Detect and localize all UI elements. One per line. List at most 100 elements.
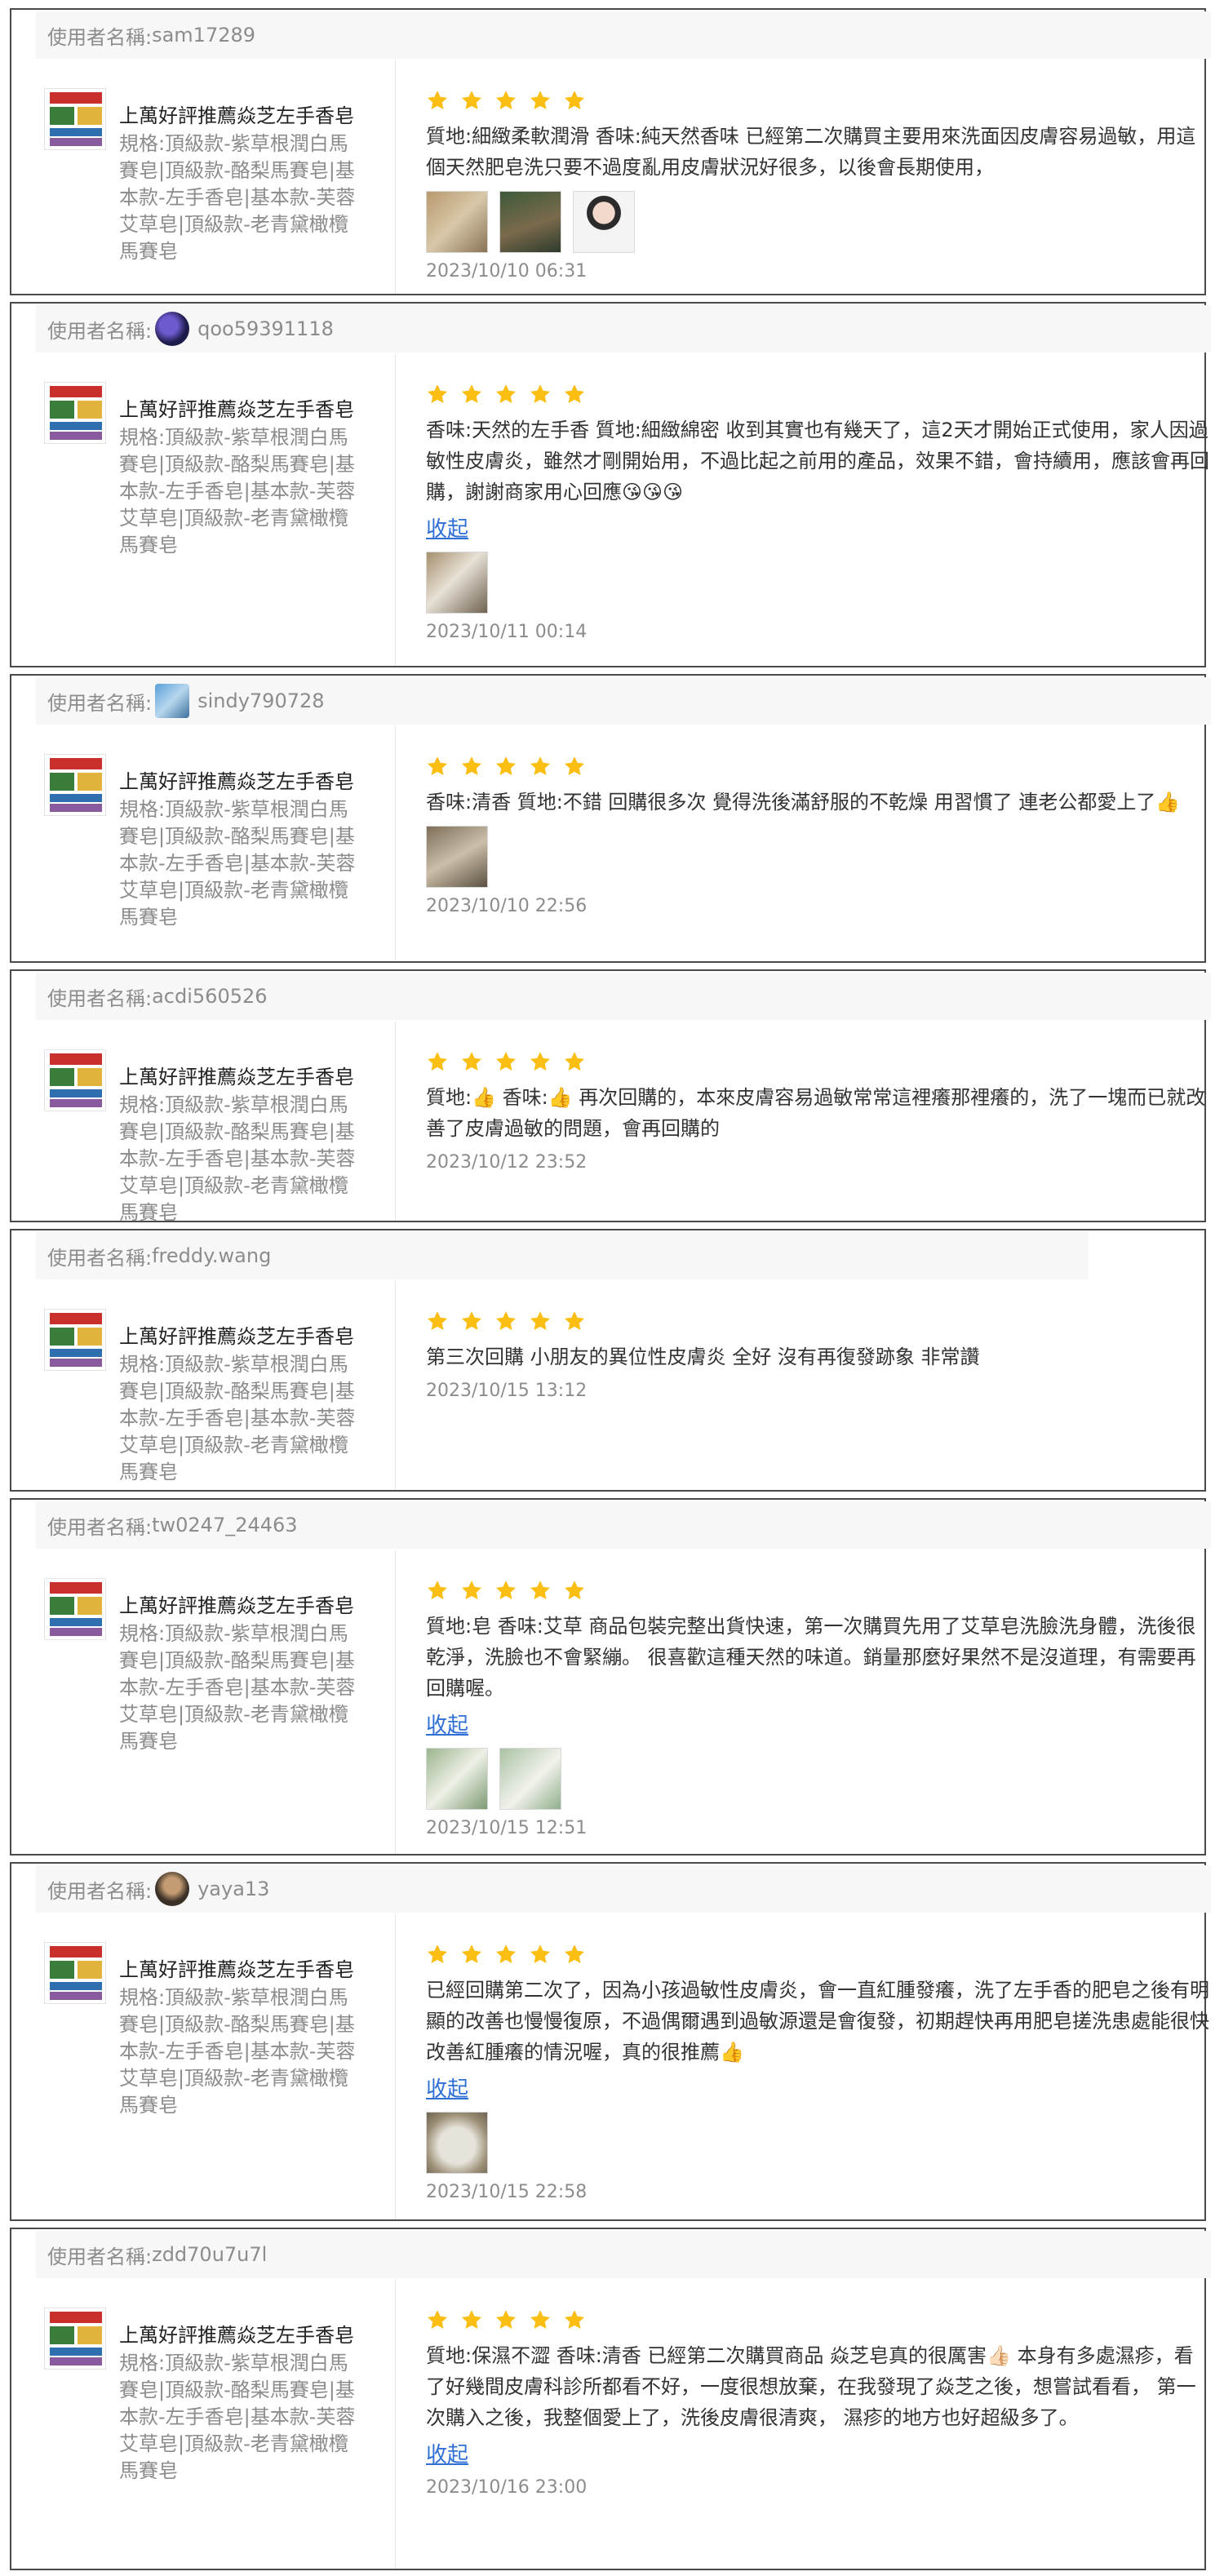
review-header: 使用者名稱: sindy790728 bbox=[36, 677, 1211, 725]
star-icon bbox=[494, 1579, 517, 1602]
review-content: 質地:保濕不澀 香味:清香 已經第二次購買商品 焱芝皂真的很厲害👍🏻 本身有多處… bbox=[426, 2308, 1209, 2500]
product-info[interactable]: 上萬好評推薦焱芝左手香皂 規格:頂級款-紫草根潤白馬賽皂|頂級款-酪梨馬賽皂|基… bbox=[44, 754, 387, 942]
product-spec: 規格:頂級款-紫草根潤白馬賽皂|頂級款-酪梨馬賽皂|基本款-左手香皂|基本款-芙… bbox=[119, 1093, 356, 1224]
star-icon bbox=[426, 1579, 449, 1602]
review-date: 2023/10/16 23:00 bbox=[426, 2477, 588, 2498]
divider bbox=[395, 60, 396, 294]
avatar[interactable] bbox=[155, 684, 190, 718]
collapse-link[interactable]: 收起 bbox=[426, 1712, 1209, 1740]
review-photos bbox=[426, 2112, 1209, 2174]
star-icon bbox=[563, 2308, 586, 2331]
product-thumbnail[interactable] bbox=[44, 1942, 106, 2004]
star-icon bbox=[529, 89, 552, 112]
username[interactable]: sindy790728 bbox=[197, 689, 324, 712]
divider bbox=[395, 726, 396, 961]
divider bbox=[395, 1914, 396, 2219]
review-photos bbox=[426, 1748, 1209, 1810]
username-label: 使用者名稱: bbox=[47, 25, 153, 49]
review-photo[interactable] bbox=[426, 2112, 488, 2174]
product-thumbnail[interactable] bbox=[44, 382, 106, 444]
review-date: 2023/10/10 22:56 bbox=[426, 896, 588, 916]
star-icon bbox=[529, 1310, 552, 1332]
star-icon bbox=[460, 89, 483, 112]
username[interactable]: tw0247_24463 bbox=[152, 1514, 297, 1536]
review-photo[interactable] bbox=[573, 191, 635, 253]
review-photo[interactable] bbox=[426, 826, 488, 888]
collapse-link[interactable]: 收起 bbox=[426, 516, 1209, 543]
star-icon bbox=[494, 2308, 517, 2331]
product-name[interactable]: 上萬好評推薦焱芝左手香皂 bbox=[119, 397, 364, 423]
product-thumbnail[interactable] bbox=[44, 1309, 106, 1371]
star-icon bbox=[460, 1050, 483, 1073]
product-info[interactable]: 上萬好評推薦焱芝左手香皂 規格:頂級款-紫草根潤白馬賽皂|頂級款-酪梨馬賽皂|基… bbox=[44, 1942, 387, 2130]
username[interactable]: yaya13 bbox=[197, 1878, 269, 1900]
review-date: 2023/10/12 23:52 bbox=[426, 1152, 588, 1173]
review-text: 質地:👍 香味:👍 再次回購的，本來皮膚容易過敏常常這裡癢那裡癢的，洗了一塊而已… bbox=[426, 1086, 1206, 1140]
review-text: 質地:保濕不澀 香味:清香 已經第二次購買商品 焱芝皂真的很厲害👍🏻 本身有多處… bbox=[426, 2344, 1196, 2429]
star-icon bbox=[460, 383, 483, 406]
review-header: 使用者名稱: sam17289 bbox=[36, 11, 1211, 59]
star-icon bbox=[494, 383, 517, 406]
product-spec: 規格:頂級款-紫草根潤白馬賽皂|頂級款-酪梨馬賽皂|基本款-左手香皂|基本款-芙… bbox=[119, 132, 356, 263]
username[interactable]: zdd70u7u7l bbox=[152, 2243, 267, 2266]
divider bbox=[395, 1550, 396, 1854]
product-info[interactable]: 上萬好評推薦焱芝左手香皂 規格:頂級款-紫草根潤白馬賽皂|頂級款-酪梨馬賽皂|基… bbox=[44, 382, 387, 570]
review-header: 使用者名稱: yaya13 bbox=[36, 1865, 1211, 1913]
review-photo[interactable] bbox=[426, 1748, 488, 1810]
product-name[interactable]: 上萬好評推薦焱芝左手香皂 bbox=[119, 1064, 364, 1090]
star-icon bbox=[460, 1310, 483, 1332]
product-name[interactable]: 上萬好評推薦焱芝左手香皂 bbox=[119, 769, 364, 795]
review-photo[interactable] bbox=[426, 191, 488, 253]
username-label: 使用者名稱: bbox=[47, 987, 153, 1010]
star-icon bbox=[426, 1050, 449, 1073]
star-rating bbox=[426, 1049, 1209, 1074]
review-content: 第三次回購 小朋友的異位性皮膚炎 全好 沒有再復發跡象 非常讚 2023/10/… bbox=[426, 1309, 1209, 1403]
product-thumbnail[interactable] bbox=[44, 2308, 106, 2370]
product-info[interactable]: 上萬好評推薦焱芝左手香皂 規格:頂級款-紫草根潤白馬賽皂|頂級款-酪梨馬賽皂|基… bbox=[44, 1309, 387, 1496]
product-thumbnail[interactable] bbox=[44, 1049, 106, 1111]
avatar[interactable] bbox=[155, 312, 190, 346]
star-rating bbox=[426, 1578, 1209, 1603]
review-photo[interactable] bbox=[426, 552, 488, 614]
star-icon bbox=[563, 89, 586, 112]
username-label: 使用者名稱: bbox=[47, 1515, 153, 1539]
review-photos bbox=[426, 826, 1209, 888]
review-content: 質地:細緻柔軟潤滑 香味:純天然香味 已經第二次購買主要用來洗面因皮膚容易過敏，… bbox=[426, 88, 1209, 284]
collapse-link[interactable]: 收起 bbox=[426, 2076, 1209, 2104]
product-spec: 規格:頂級款-紫草根潤白馬賽皂|頂級款-酪梨馬賽皂|基本款-左手香皂|基本款-芙… bbox=[119, 1353, 356, 1483]
avatar[interactable] bbox=[155, 1872, 190, 1906]
product-name[interactable]: 上萬好評推薦焱芝左手香皂 bbox=[119, 2322, 364, 2348]
review-card: 使用者名稱: freddy.wang 上萬好評推薦焱芝左手香皂 規格:頂級款-紫… bbox=[10, 1229, 1206, 1492]
review-photo[interactable] bbox=[499, 191, 561, 253]
product-name[interactable]: 上萬好評推薦焱芝左手香皂 bbox=[119, 103, 364, 129]
review-text: 已經回購第二次了，因為小孩過敏性皮膚炎，會一直紅腫發癢，洗了左手香的肥皂之後有明… bbox=[426, 1979, 1209, 2064]
review-content: 香味:天然的左手香 質地:細緻綿密 收到其實也有幾天了，這2天才開始正式使用，家… bbox=[426, 382, 1209, 645]
review-photo[interactable] bbox=[499, 1748, 561, 1810]
product-info[interactable]: 上萬好評推薦焱芝左手香皂 規格:頂級款-紫草根潤白馬賽皂|頂級款-酪梨馬賽皂|基… bbox=[44, 2308, 387, 2495]
product-name[interactable]: 上萬好評推薦焱芝左手香皂 bbox=[119, 1593, 364, 1619]
star-icon bbox=[494, 1943, 517, 1966]
star-icon bbox=[529, 755, 552, 778]
product-info[interactable]: 上萬好評推薦焱芝左手香皂 規格:頂級款-紫草根潤白馬賽皂|頂級款-酪梨馬賽皂|基… bbox=[44, 1578, 387, 1766]
username[interactable]: acdi560526 bbox=[152, 985, 267, 1008]
star-icon bbox=[529, 1050, 552, 1073]
star-rating bbox=[426, 1309, 1209, 1333]
product-name[interactable]: 上萬好評推薦焱芝左手香皂 bbox=[119, 1957, 364, 1983]
star-rating bbox=[426, 2308, 1209, 2332]
username-label: 使用者名稱: bbox=[47, 1246, 153, 1270]
product-thumbnail[interactable] bbox=[44, 88, 106, 150]
product-thumbnail[interactable] bbox=[44, 754, 106, 816]
review-text: 香味:天然的左手香 質地:細緻綿密 收到其實也有幾天了，這2天才開始正式使用，家… bbox=[426, 419, 1209, 503]
username[interactable]: qoo59391118 bbox=[197, 317, 334, 340]
product-thumbnail[interactable] bbox=[44, 1578, 106, 1640]
divider bbox=[395, 1281, 396, 1490]
collapse-link[interactable]: 收起 bbox=[426, 2441, 1209, 2469]
review-card: 使用者名稱: zdd70u7u7l 上萬好評推薦焱芝左手香皂 規格:頂級款-紫草… bbox=[10, 2228, 1211, 2570]
review-header: 使用者名稱: freddy.wang bbox=[36, 1232, 1089, 1279]
username[interactable]: freddy.wang bbox=[152, 1244, 271, 1267]
product-info[interactable]: 上萬好評推薦焱芝左手香皂 規格:頂級款-紫草根潤白馬賽皂|頂級款-酪梨馬賽皂|基… bbox=[44, 1049, 387, 1237]
review-header: 使用者名稱: zdd70u7u7l bbox=[36, 2231, 1211, 2278]
username[interactable]: sam17289 bbox=[152, 24, 255, 47]
product-name[interactable]: 上萬好評推薦焱芝左手香皂 bbox=[119, 1323, 364, 1350]
product-info[interactable]: 上萬好評推薦焱芝左手香皂 規格:頂級款-紫草根潤白馬賽皂|頂級款-酪梨馬賽皂|基… bbox=[44, 88, 387, 276]
